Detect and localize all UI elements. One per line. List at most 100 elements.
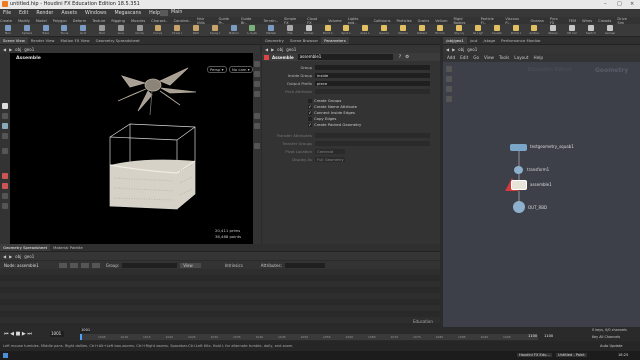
path-obj[interactable]: obj: [15, 47, 21, 52]
shelf-tool-button[interactable]: Gamepad Cam: [605, 25, 615, 36]
tab-motion-fx-view[interactable]: Motion FX View: [58, 37, 93, 44]
shelf-tool-button[interactable]: File: [285, 25, 295, 36]
shelf-tab[interactable]: FEM: [569, 19, 576, 23]
snap-tool-icon[interactable]: [2, 173, 8, 179]
point-numbers-icon[interactable]: [254, 113, 260, 119]
primitives-icon[interactable]: [80, 262, 89, 268]
shelf-tool-button[interactable]: Torus: [59, 25, 69, 36]
shelf-tool-button[interactable]: Line: [116, 25, 126, 36]
minimize-icon[interactable]: –: [604, 1, 607, 7]
param-group-field[interactable]: [315, 65, 430, 70]
checkbox-connect-inside-edges[interactable]: ✓ Connect Inside Edges: [308, 110, 355, 115]
checkbox-create-name-attribute[interactable]: ✓ Create Name Attribute: [308, 104, 357, 109]
group-field[interactable]: [122, 262, 178, 268]
shelf-tool-button[interactable]: Platonic: [229, 25, 239, 36]
shelf-tab[interactable]: Model: [36, 19, 47, 23]
shelf-tool-button[interactable]: Area Light: [360, 25, 370, 36]
step-back-icon[interactable]: ◀: [10, 331, 14, 337]
shelf-tool-button[interactable]: Sphere: [22, 25, 32, 36]
menu-windows[interactable]: Windows: [85, 11, 106, 16]
shelf-tool-button[interactable]: Tube: [41, 25, 51, 36]
desktop-icon[interactable]: [160, 10, 168, 16]
checkbox-copy-edges-box[interactable]: [308, 117, 312, 121]
attributes-field[interactable]: [284, 262, 325, 268]
shelf-tool-button[interactable]: Metaball: [266, 25, 276, 36]
shelf-tool-button[interactable]: Point Light: [323, 25, 333, 36]
shelf-tab[interactable]: Deform: [73, 19, 86, 23]
shelf-tab[interactable]: Create: [0, 19, 12, 23]
net-menu-view[interactable]: View: [484, 55, 494, 60]
forward-icon[interactable]: ▶: [9, 254, 12, 259]
shelf-tab[interactable]: Wires: [582, 19, 592, 23]
shelf-tool-button[interactable]: Ambient Light: [529, 25, 539, 36]
checkbox-create-packed-geometry-box[interactable]: ✓: [308, 123, 312, 127]
path-obj[interactable]: obj: [15, 254, 21, 259]
desktop-select[interactable]: Main: [171, 10, 182, 15]
vertices-icon[interactable]: [69, 262, 78, 268]
tab-stage[interactable]: /stage: [480, 37, 498, 44]
shelf-tab[interactable]: Collisions: [374, 19, 391, 23]
shelf-tab[interactable]: Texture: [92, 19, 105, 23]
pin-icon[interactable]: [2, 203, 8, 209]
view-tool-icon[interactable]: [2, 148, 8, 154]
path-obj[interactable]: obj: [277, 47, 283, 52]
shelf-tool-button[interactable]: Geometry Light: [379, 25, 389, 36]
shelf-tab[interactable]: Particles: [397, 19, 412, 23]
key-all-channels[interactable]: Key All Channels: [592, 335, 620, 339]
menu-help[interactable]: Help: [149, 11, 160, 16]
frame-range-start[interactable]: 1001: [80, 328, 90, 333]
shelf-tool-button[interactable]: Switcher: [586, 25, 596, 36]
node-out-rbd-body[interactable]: [513, 201, 525, 213]
lighting-icon[interactable]: [254, 81, 260, 87]
node-assemble1-body[interactable]: [511, 180, 527, 190]
param-pivot-location-menu[interactable]: Centroid: [315, 149, 345, 154]
tab-render-view[interactable]: Render View: [28, 37, 58, 44]
move-tool-icon[interactable]: [2, 113, 8, 119]
shelf-tool-button[interactable]: Caustic Light: [492, 25, 502, 36]
help-icon[interactable]: ?: [399, 55, 401, 60]
checkbox-create-groups[interactable]: Create Groups: [308, 98, 341, 103]
node-transform1-body[interactable]: [514, 166, 523, 174]
shelf-tool-button[interactable]: Sky Light: [454, 25, 464, 36]
shelf-tool-button[interactable]: Portal Light: [511, 25, 521, 36]
play-icon[interactable]: ▶: [22, 331, 26, 337]
shading-mode-icon[interactable]: [254, 71, 260, 77]
param-transfer-groups-field[interactable]: [315, 141, 430, 146]
shelf-tab[interactable]: Rigging: [111, 19, 125, 23]
shelf-tool-button[interactable]: Spray Paint: [210, 25, 220, 36]
path-geo1[interactable]: geo1: [24, 47, 34, 52]
taskbar-app-paint[interactable]: Untitled - Paint: [556, 353, 587, 357]
shelf-tab[interactable]: Oceans: [530, 19, 543, 23]
tab-parameters[interactable]: Parameters: [321, 37, 349, 44]
tab-scene-browser[interactable]: Scene Browser: [287, 37, 321, 44]
ghost-icon[interactable]: [254, 91, 260, 97]
shelf-tool-button[interactable]: Spot Light: [341, 25, 351, 36]
shelf-tab[interactable]: Constrai..: [174, 19, 191, 23]
shelf-tool-button[interactable]: Grid: [78, 25, 88, 36]
normals-icon[interactable]: [254, 123, 260, 129]
shelf-tool-button[interactable]: Draw Curve: [172, 25, 182, 36]
shelf-tab[interactable]: Charact..: [151, 19, 167, 23]
tab-geometry-spreadsheet[interactable]: Geometry Spreadsheet: [93, 37, 143, 44]
pose-tool-icon[interactable]: [2, 133, 8, 139]
shelf-tool-button[interactable]: GI Light: [473, 25, 483, 36]
net-menu-add[interactable]: Add: [447, 55, 455, 60]
gear-icon[interactable]: ⚙: [405, 55, 409, 60]
param-output-prefix-field[interactable]: piece: [315, 81, 430, 86]
snap-grid-icon[interactable]: [2, 183, 8, 189]
tab-out[interactable]: /out: [467, 37, 481, 44]
param-pack-attribute-field[interactable]: [315, 89, 430, 94]
close-icon[interactable]: ×: [630, 1, 634, 7]
checkbox-create-name-attribute-box[interactable]: ✓: [308, 105, 312, 109]
path-geo1[interactable]: geo1: [24, 254, 34, 259]
back-icon[interactable]: ◀: [3, 47, 6, 52]
shelf-tab[interactable]: Polygon: [53, 19, 67, 23]
net-menu-layout[interactable]: Layout: [514, 55, 528, 60]
tab-performance-monitor[interactable]: Performance Monitor: [498, 37, 544, 44]
network-editor[interactable]: Education Edition Geometry testgeometry_…: [443, 62, 640, 327]
points-icon[interactable]: [58, 262, 67, 268]
view-menu[interactable]: View: [180, 262, 201, 268]
net-menu-go[interactable]: Go: [473, 55, 479, 60]
select-tool-icon[interactable]: [2, 103, 8, 109]
frame-range-end[interactable]: 1100: [528, 334, 537, 338]
